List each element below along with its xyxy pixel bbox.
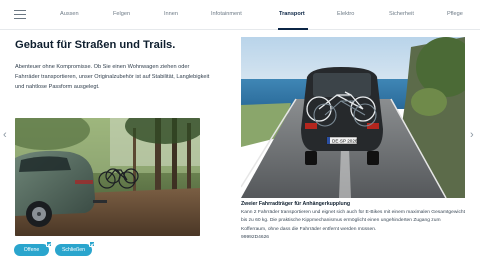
checkbox-corner-icon: [46, 241, 52, 247]
tab-elektro[interactable]: Elektro: [337, 11, 354, 17]
page-headline: Gebaut für Straßen und Trails.: [15, 39, 176, 51]
tab-infotainment[interactable]: Infotainment: [211, 11, 242, 17]
license-plate-text: DE·SP 2026: [332, 139, 358, 144]
tab-aussen[interactable]: Aussen: [60, 11, 79, 17]
chevron-right-icon[interactable]: ›: [470, 130, 474, 141]
tab-transport[interactable]: Transport: [279, 11, 305, 17]
close-button-label: Schließen: [61, 247, 86, 253]
open-button-label: Offene: [23, 247, 40, 253]
intro-paragraph: Abenteuer ohne Kompromisse. Ob Sie einen…: [15, 64, 210, 90]
bike-carrier-photo: DE·SP 2026: [241, 37, 465, 198]
active-tab-indicator: [278, 28, 308, 30]
tab-innen[interactable]: Innen: [164, 11, 178, 17]
chevron-left-icon[interactable]: ‹: [3, 130, 7, 141]
product-description: Kann 2 Fahrräder transportieren und eign…: [241, 210, 465, 232]
car-towing-trailer-photo: [15, 118, 200, 236]
tab-felgen[interactable]: Felgen: [113, 11, 130, 17]
close-button[interactable]: Schließen: [55, 241, 95, 256]
tab-sicherheit[interactable]: Sicherheit: [389, 11, 414, 17]
product-title: Zweier Fahrradträger für Anhängerkupplun…: [241, 201, 351, 207]
part-number: 99992D4626: [241, 235, 270, 241]
hamburger-menu-icon[interactable]: [14, 10, 26, 19]
checkbox-corner-icon: [89, 241, 95, 247]
top-navigation: Aussen Felgen Innen Infotainment Transpo…: [0, 0, 480, 30]
product-description-block: Kann 2 Fahrräder transportieren und eign…: [241, 209, 467, 243]
tab-pflege[interactable]: Pflege: [447, 11, 463, 17]
open-button[interactable]: Offene: [14, 241, 52, 256]
